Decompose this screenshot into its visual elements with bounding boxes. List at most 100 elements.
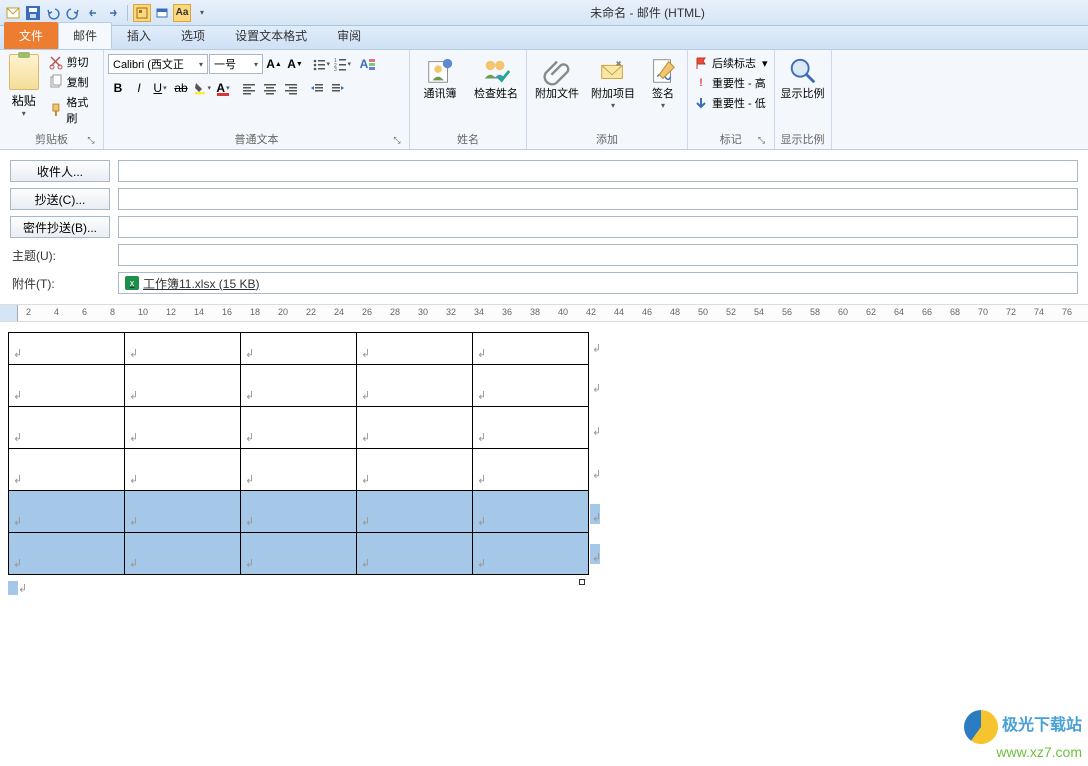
subject-input[interactable]	[118, 244, 1078, 266]
attachment-name: 工作簿11.xlsx (15 KB)	[143, 275, 259, 292]
bullets-button[interactable]: ▾	[311, 54, 331, 74]
highlight-icon	[193, 81, 206, 95]
down-arrow-icon	[694, 96, 708, 110]
ruler-tick: 72	[1006, 307, 1016, 317]
tab-mail[interactable]: 邮件	[58, 22, 112, 49]
next-icon[interactable]	[104, 4, 122, 22]
group-names-label: 姓名	[414, 129, 522, 149]
signature-button[interactable]: 签名 ▾	[643, 54, 683, 112]
copy-button[interactable]: 复制	[48, 74, 99, 90]
qat-customize-dropdown[interactable]: ▾	[193, 4, 211, 22]
shrink-font-button[interactable]: A▼	[285, 54, 305, 74]
italic-button[interactable]: I	[129, 78, 149, 98]
addressbook-button[interactable]: 通讯簿	[414, 54, 466, 103]
undo-icon[interactable]	[44, 4, 62, 22]
excel-icon: x	[125, 276, 139, 290]
cc-button[interactable]: 抄送(C)...	[10, 188, 110, 210]
bold-button[interactable]: B	[108, 78, 128, 98]
group-include: 附加文件 附加项目 ▾ 签名 ▾ 添加	[527, 50, 688, 149]
followup-button[interactable]: 后续标志▾	[692, 54, 770, 72]
font-launcher-icon[interactable]: ⤡	[391, 135, 403, 147]
ruler-tick: 40	[558, 307, 568, 317]
highlight-button[interactable]: ▾	[192, 78, 212, 98]
paste-button[interactable]: 粘贴 ▾	[4, 54, 44, 118]
align-left-button[interactable]	[239, 78, 259, 98]
signature-icon	[648, 56, 678, 86]
grow-font-button[interactable]: A▲	[264, 54, 284, 74]
subject-label: 主题(U):	[10, 247, 110, 264]
quick-access-toolbar: Aa ▾	[4, 4, 211, 22]
ruler-tick: 70	[978, 307, 988, 317]
ruler-tick: 30	[418, 307, 428, 317]
bcc-input[interactable]	[118, 216, 1078, 238]
ruler-tick: 54	[754, 307, 764, 317]
resize-handle[interactable]	[579, 579, 585, 585]
qat-btn-b[interactable]	[153, 4, 171, 22]
to-button[interactable]: 收件人...	[10, 160, 110, 182]
decrease-indent-button[interactable]	[307, 78, 327, 98]
low-importance-button[interactable]: 重要性 - 低	[692, 94, 770, 112]
group-clipboard-label: 剪贴板⤡	[4, 129, 99, 149]
bcc-button[interactable]: 密件抄送(B)...	[10, 216, 110, 238]
ruler[interactable]: 2468101214161820222426283032343638404244…	[0, 304, 1088, 322]
qat-btn-a[interactable]	[133, 4, 151, 22]
ruler-tick: 60	[838, 307, 848, 317]
to-input[interactable]	[118, 160, 1078, 182]
clipboard-launcher-icon[interactable]: ⤡	[85, 135, 97, 147]
signature-label: 签名	[652, 88, 674, 101]
numbering-button[interactable]: 123▾	[332, 54, 352, 74]
cut-button[interactable]: 剪切	[48, 54, 99, 70]
mail-header-fields: 收件人... 抄送(C)... 密件抄送(B)... 主题(U): 附件(T):…	[0, 150, 1088, 304]
group-names: 通讯簿 检查姓名 姓名	[410, 50, 527, 149]
group-include-label: 添加	[531, 129, 683, 149]
tab-review[interactable]: 审阅	[322, 22, 376, 49]
cc-input[interactable]	[118, 188, 1078, 210]
ruler-tick: 24	[334, 307, 344, 317]
watermark-url: www.xz7.com	[964, 744, 1082, 760]
attachment-item[interactable]: x 工作簿11.xlsx (15 KB)	[125, 275, 259, 292]
align-center-button[interactable]	[260, 78, 280, 98]
format-painter-button[interactable]: 格式刷	[48, 94, 99, 126]
font-name-combo[interactable]: Calibri (西文正▾	[108, 54, 208, 74]
ruler-tick: 42	[586, 307, 596, 317]
bullets-icon	[312, 57, 325, 71]
ruler-tick: 2	[26, 307, 31, 317]
save-icon[interactable]	[24, 4, 42, 22]
strikethrough-button[interactable]: ab	[171, 78, 191, 98]
checknames-button[interactable]: 检查姓名	[470, 54, 522, 103]
zoom-button[interactable]: 显示比例	[779, 54, 827, 103]
ruler-tick: 18	[250, 307, 260, 317]
font-color-button[interactable]: A▾	[213, 78, 233, 98]
tab-insert[interactable]: 插入	[112, 22, 166, 49]
brush-icon	[48, 102, 64, 118]
checknames-icon	[481, 56, 511, 86]
styles-button[interactable]: A	[358, 54, 378, 74]
attach-item-button[interactable]: 附加项目 ▾	[587, 54, 639, 112]
align-right-button[interactable]	[281, 78, 301, 98]
increase-indent-button[interactable]	[328, 78, 348, 98]
ruler-tick: 6	[82, 307, 87, 317]
font-size-combo[interactable]: 一号▾	[209, 54, 263, 74]
high-importance-button[interactable]: !重要性 - 高	[692, 74, 770, 92]
tab-file[interactable]: 文件	[4, 22, 58, 49]
checknames-label: 检查姓名	[474, 88, 518, 101]
ruler-tick: 22	[306, 307, 316, 317]
ruler-tick: 76	[1062, 307, 1072, 317]
ruler-tick: 46	[642, 307, 652, 317]
editor-body[interactable]: ↲↲↲↲↲ ↲↲↲↲↲ ↲↲↲↲↲ ↲↲↲↲↲ ↲↲↲↲↲ ↲↲↲↲↲ ↲ ↲ …	[0, 322, 1088, 605]
tab-format[interactable]: 设置文本格式	[220, 22, 322, 49]
qat-btn-aa-icon[interactable]: Aa	[173, 4, 191, 22]
underline-button[interactable]: U▾	[150, 78, 170, 98]
content-table[interactable]: ↲↲↲↲↲ ↲↲↲↲↲ ↲↲↲↲↲ ↲↲↲↲↲ ↲↲↲↲↲ ↲↲↲↲↲	[8, 332, 589, 575]
redo-icon[interactable]	[64, 4, 82, 22]
prev-icon[interactable]	[84, 4, 102, 22]
attach-file-button[interactable]: 附加文件	[531, 54, 583, 103]
ruler-tick: 16	[222, 307, 232, 317]
tab-options[interactable]: 选项	[166, 22, 220, 49]
row-end-mark-sel: ↲	[590, 504, 609, 524]
tags-launcher-icon[interactable]: ⤡	[756, 135, 768, 147]
exclaim-icon: !	[694, 77, 708, 89]
watermark-title: 极光下载站	[1002, 717, 1082, 734]
ruler-tick: 32	[446, 307, 456, 317]
app-icon[interactable]	[4, 4, 22, 22]
